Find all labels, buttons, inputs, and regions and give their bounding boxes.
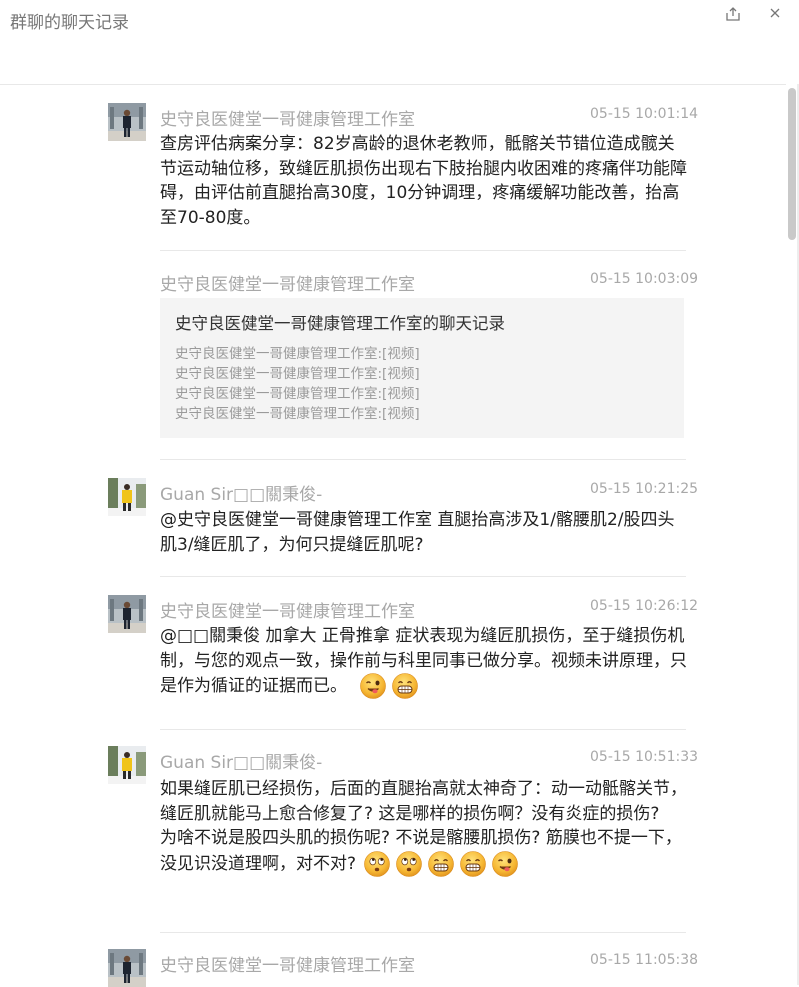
message-body: 如果缝匠肌已经损伤，后面的直腿抬高就太神奇了：动一动骶髂关节，缝匠肌就能马上愈合… bbox=[160, 777, 688, 877]
divider bbox=[160, 459, 686, 460]
sender-name: 史守良医健堂一哥健康管理工作室 bbox=[160, 602, 415, 622]
card-line: 史守良医健堂一哥健康管理工作室:[视频] bbox=[175, 386, 420, 402]
message-text: 查房评估病案分享：82岁高龄的退休老教师，骶髂关节错位造成髋关节运动轴位移，致缝… bbox=[160, 134, 687, 228]
grin-emoji-icon bbox=[428, 851, 454, 877]
sender-name: Guan Sir□□關秉俊- bbox=[160, 753, 323, 773]
wink-tongue-emoji-icon bbox=[360, 673, 386, 699]
avatar[interactable] bbox=[108, 478, 146, 516]
avatar[interactable] bbox=[108, 949, 146, 987]
chat-record-card[interactable]: 史守良医健堂一哥健康管理工作室的聊天记录 史守良医健堂一哥健康管理工作室:[视频… bbox=[160, 298, 684, 438]
scrollbar-thumb[interactable] bbox=[788, 88, 796, 240]
sender-name: 史守良医健堂一哥健康管理工作室 bbox=[160, 275, 415, 295]
grin-emoji-icon bbox=[392, 673, 418, 699]
share-out-icon[interactable] bbox=[724, 6, 742, 24]
grin-emoji-icon bbox=[460, 851, 486, 877]
message-time: 05-15 10:03:09 bbox=[590, 271, 699, 287]
message-time: 05-15 10:21:25 bbox=[590, 481, 699, 497]
divider bbox=[160, 576, 686, 577]
eye-roll-emoji-icon bbox=[364, 851, 390, 877]
card-title: 史守良医健堂一哥健康管理工作室的聊天记录 bbox=[175, 314, 505, 333]
sender-name: 史守良医健堂一哥健康管理工作室 bbox=[160, 110, 415, 130]
title-bar: 群聊的聊天记录 bbox=[0, 0, 799, 85]
card-line: 史守良医健堂一哥健康管理工作室:[视频] bbox=[175, 406, 420, 422]
sender-name: 史守良医健堂一哥健康管理工作室 bbox=[160, 956, 415, 976]
avatar[interactable] bbox=[108, 103, 146, 141]
message-time: 05-15 11:05:38 bbox=[590, 952, 699, 968]
divider bbox=[160, 932, 686, 933]
message-text: 如果缝匠肌已经损伤，后面的直腿抬高就太神奇了：动一动骶髂关节，缝匠肌就能马上愈合… bbox=[160, 779, 687, 824]
message-time: 05-15 10:01:14 bbox=[590, 106, 699, 122]
close-icon[interactable] bbox=[766, 6, 784, 24]
divider bbox=[160, 250, 686, 251]
message-body: @□□關秉俊 加拿大 正骨推拿 症状表现为缝匠肌损伤，至于缝损伤机制，与您的观点… bbox=[160, 624, 688, 699]
card-line: 史守良医健堂一哥健康管理工作室:[视频] bbox=[175, 346, 420, 362]
message-text-continued: 为啥不说是股四头肌的损伤呢? 不说是髂腰肌损伤? 筋膜也不提一下，没见识没道理啊… bbox=[160, 826, 688, 877]
message-text: @□□關秉俊 加拿大 正骨推拿 症状表现为缝匠肌损伤，至于缝损伤机制，与您的观点… bbox=[160, 626, 687, 696]
message-time: 05-15 10:51:33 bbox=[590, 749, 699, 765]
avatar[interactable] bbox=[108, 595, 146, 633]
wink-tongue-emoji-icon bbox=[492, 851, 518, 877]
eye-roll-emoji-icon bbox=[396, 851, 422, 877]
avatar[interactable] bbox=[108, 746, 146, 784]
sender-name: Guan Sir□□關秉俊- bbox=[160, 485, 323, 505]
divider bbox=[160, 729, 686, 730]
message-time: 05-15 10:26:12 bbox=[590, 598, 699, 614]
card-line: 史守良医健堂一哥健康管理工作室:[视频] bbox=[175, 366, 420, 382]
window-title: 群聊的聊天记录 bbox=[10, 13, 129, 33]
message-text: @史守良医健堂一哥健康管理工作室 直腿抬高涉及1/髂腰肌2/股四头肌3/缝匠肌了… bbox=[160, 510, 675, 555]
